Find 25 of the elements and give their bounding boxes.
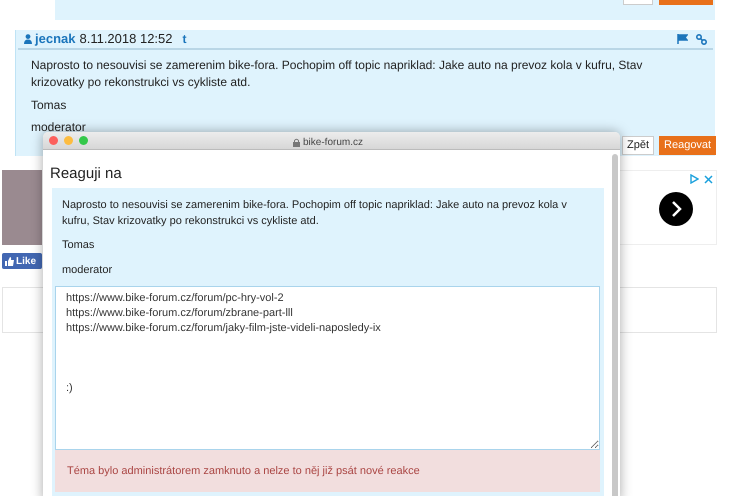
thumbs-up-icon [5, 256, 14, 266]
reply-link[interactable]: t [182, 30, 186, 48]
post-date: 8.11.2018 12:52 [79, 30, 172, 48]
link-icon[interactable] [696, 34, 707, 44]
like-button[interactable]: Like [2, 253, 42, 269]
lock-icon [293, 138, 300, 147]
signature-line: Tomas [31, 98, 68, 113]
post-text: Naprosto to nesouvisi se zamerenim bike-fora. Pochopim off topic napriklad: Jake auto na prevoz kola v kufru, Stav krizovatky po rekonstrukci vs cykliste atd. [30, 57, 644, 91]
author-link[interactable]: jecnak [35, 29, 76, 49]
quote-text: Naprosto to nesouvisi se zamerenim bike-fora. Pochopim off topic napriklad: Jake auto na prevoz kola v kufru, Stav krizovatky po rekonstrukci vs cykliste atd. [61, 198, 568, 229]
close-icon[interactable] [704, 175, 713, 184]
signature-line: moderator [62, 262, 114, 278]
reply-textarea[interactable]: https://www.bike-forum.cz/forum/pc-hry-vol-2 https://www.bike-forum.cz/forum/zbrane-part-lll https://www.bike-forum.cz/forum/jaky-film-jste-videli-naposledy-ix :) [55, 286, 600, 450]
signature-line: moderator [31, 120, 87, 135]
window-title: bike-forum.cz [303, 136, 364, 150]
alert-text: Téma bylo administrátorem zamknuto a nelze to něj již psát nové reakce [67, 464, 420, 479]
reply-button[interactable]: Reagovat [659, 136, 716, 155]
user-icon [24, 34, 32, 44]
flag-icon[interactable] [677, 34, 688, 44]
ad-choices-icon[interactable] [690, 174, 699, 184]
dialog-heading: Reaguji na [49, 164, 123, 184]
cut-off-button[interactable] [623, 0, 653, 5]
signature-line: Tomas [62, 238, 96, 253]
scrollbar[interactable] [612, 154, 618, 496]
back-button[interactable]: Zpět [622, 136, 654, 155]
